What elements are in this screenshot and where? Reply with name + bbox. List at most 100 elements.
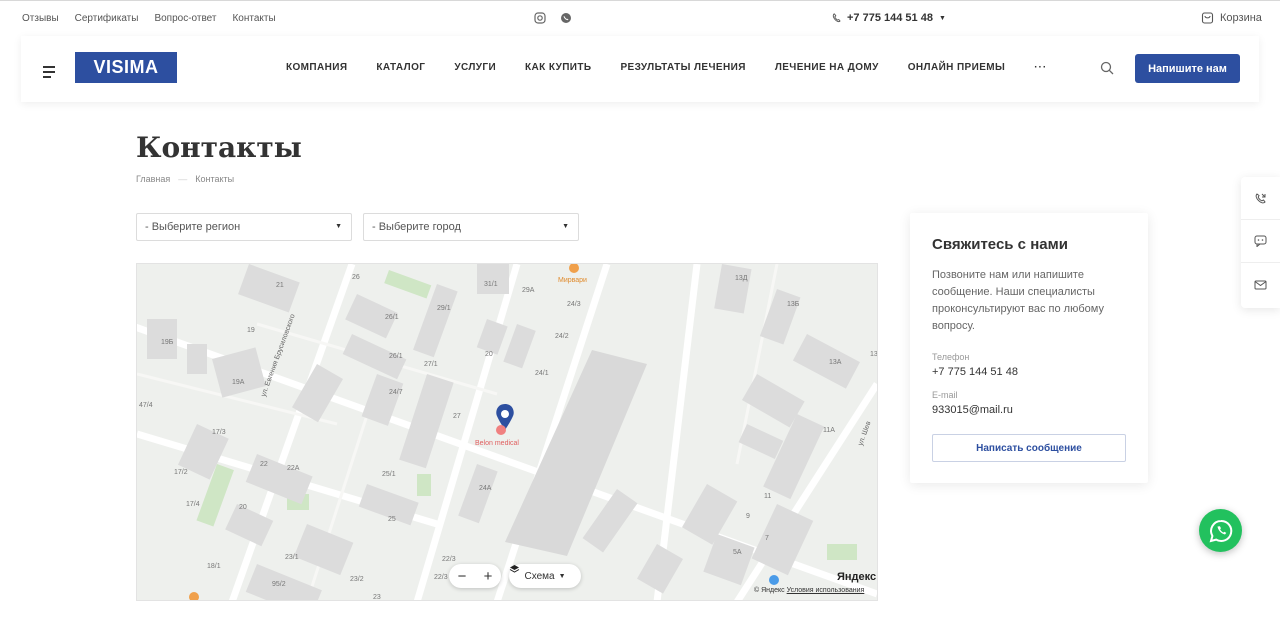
menu-burger-icon[interactable]: [43, 66, 55, 81]
map-building-number: 13A: [829, 359, 842, 366]
phone-icon: [832, 13, 841, 23]
map-layer-button[interactable]: Схема ▼: [509, 564, 581, 588]
nav-home-treatment[interactable]: ЛЕЧЕНИЕ НА ДОМУ: [775, 62, 879, 73]
link-reviews[interactable]: Отзывы: [22, 13, 59, 24]
nav-catalog[interactable]: КАТАЛОГ: [376, 62, 425, 73]
page-title: Контакты: [136, 131, 302, 164]
map-building-number: 5A: [733, 549, 742, 556]
map-building-number: 20: [239, 504, 247, 511]
city-select[interactable]: - Выберите город ▼: [363, 213, 579, 241]
cart-icon: [1201, 12, 1214, 24]
map-building-number: 13: [870, 351, 878, 358]
contact-card-title: Свяжитесь с нами: [932, 236, 1068, 253]
nav-results[interactable]: РЕЗУЛЬТАТЫ ЛЕЧЕНИЯ: [620, 62, 745, 73]
shop-poi-icon[interactable]: [769, 575, 779, 585]
write-us-button[interactable]: Напишите нам: [1135, 54, 1240, 83]
region-select-value: - Выберите регион: [145, 221, 241, 233]
map-building-number: 27: [453, 413, 461, 420]
map-layer-label: Схема: [524, 570, 555, 582]
contact-card: Свяжитесь с нами Позвоните нам или напиш…: [910, 213, 1148, 483]
chevron-down-icon: ▼: [938, 14, 946, 22]
breadcrumb-separator: —: [178, 174, 188, 184]
top-links: Отзывы Сертификаты Вопрос-ответ Контакты: [22, 13, 276, 24]
map-building-number: 22A: [287, 465, 300, 472]
chevron-down-icon: ▼: [562, 223, 569, 230]
map-building-number: 13Б: [787, 301, 800, 308]
chevron-down-icon: ▼: [335, 223, 342, 230]
map-building-number: 7: [765, 535, 769, 542]
map-building-number: 24/1: [535, 370, 549, 377]
terms-link[interactable]: Условия использования: [787, 587, 865, 594]
poi-icon[interactable]: [189, 592, 199, 601]
yandex-map[interactable]: 21 26 31/1 29A 24/3 13Д 13Б 19 19Б 26/1 …: [136, 263, 878, 601]
whatsapp-icon: [1209, 519, 1232, 542]
marker-label: Belon medical: [475, 440, 519, 447]
contact-card-description: Позвоните нам или напишите сообщение. На…: [932, 269, 1104, 332]
map-building-number: 22/3: [434, 574, 448, 581]
zoom-control: − +: [449, 564, 501, 588]
map-building-number: 17/3: [212, 429, 226, 436]
map-building-number: 19Б: [161, 339, 174, 346]
breadcrumb-current: Контакты: [195, 174, 235, 184]
chat-icon[interactable]: [1241, 220, 1280, 263]
map-building-number: 13Д: [735, 275, 748, 282]
logo[interactable]: VISIMA: [75, 52, 177, 83]
nav-more[interactable]: ···: [1034, 62, 1047, 73]
nav-company[interactable]: КОМПАНИЯ: [286, 62, 347, 73]
top-phone[interactable]: +7 775 144 51 48 ▼: [832, 12, 946, 24]
restaurant-poi-icon[interactable]: [569, 264, 579, 273]
top-bar: Отзывы Сертификаты Вопрос-ответ Контакты…: [0, 0, 1280, 36]
main-nav: КОМПАНИЯ КАТАЛОГ УСЛУГИ КАК КУПИТЬ РЕЗУЛ…: [286, 62, 1047, 73]
map-building-number: 24/3: [567, 301, 581, 308]
search-icon[interactable]: [1100, 61, 1114, 75]
write-message-button[interactable]: Написать сообщение: [932, 434, 1126, 462]
nav-how-to-buy[interactable]: КАК КУПИТЬ: [525, 62, 591, 73]
email-value[interactable]: 933015@mail.ru: [932, 404, 1013, 416]
phone-callback-icon[interactable]: [1241, 177, 1280, 220]
map-building-number: 19: [247, 327, 255, 334]
phone-value[interactable]: +7 775 144 51 48: [932, 366, 1018, 378]
email-label: E-mail: [932, 390, 958, 400]
map-building-number: 22/3: [442, 556, 456, 563]
map-building-number: 23/1: [285, 554, 299, 561]
zoom-out-button[interactable]: −: [458, 568, 467, 585]
map-building-number: 18/1: [207, 563, 221, 570]
nav-online-appointments[interactable]: ОНЛАЙН ПРИЕМЫ: [908, 62, 1005, 73]
location-marker-icon[interactable]: [496, 404, 514, 435]
phone-number: +7 775 144 51 48: [847, 12, 933, 24]
link-contacts[interactable]: Контакты: [232, 13, 275, 24]
map-building-number: 29A: [522, 287, 535, 294]
map-building-number: 25/1: [382, 471, 396, 478]
side-contact-widget: [1241, 177, 1280, 308]
link-certificates[interactable]: Сертификаты: [75, 13, 139, 24]
map-canvas: 21 26 31/1 29A 24/3 13Д 13Б 19 19Б 26/1 …: [137, 264, 878, 601]
map-building-number: 17/4: [186, 501, 200, 508]
whatsapp-float-button[interactable]: [1199, 509, 1242, 552]
social-links: [534, 11, 572, 24]
zoom-in-button[interactable]: +: [484, 568, 493, 585]
breadcrumb-home[interactable]: Главная: [136, 174, 170, 184]
map-building-number: 31/1: [484, 281, 498, 288]
map-building-number: 29/1: [437, 305, 451, 312]
layers-icon: [509, 565, 520, 573]
main-header: VISIMA КОМПАНИЯ КАТАЛОГ УСЛУГИ КАК КУПИТ…: [21, 36, 1259, 102]
nav-services[interactable]: УСЛУГИ: [454, 62, 496, 73]
region-select[interactable]: - Выберите регион ▼: [136, 213, 352, 241]
street-label: ул. Шев: [857, 420, 872, 446]
whatsapp-icon[interactable]: [560, 11, 572, 23]
map-building-number: 24/7: [389, 389, 403, 396]
map-building-number: 11A: [823, 427, 835, 434]
cart-link[interactable]: Корзина: [1201, 11, 1262, 24]
map-building-number: 24/2: [555, 333, 569, 340]
mail-icon[interactable]: [1241, 263, 1280, 306]
map-building-number: 23: [373, 594, 381, 601]
map-building-number: 9: [746, 513, 750, 520]
link-faq[interactable]: Вопрос-ответ: [154, 13, 216, 24]
map-building-number: 17/2: [174, 469, 188, 476]
instagram-icon[interactable]: [534, 11, 546, 24]
map-building-number: 22: [260, 461, 268, 468]
map-building-number: 95/2: [272, 581, 286, 588]
chevron-down-icon: ▼: [558, 572, 566, 580]
map-building-number: 47/4: [139, 402, 153, 409]
poi-label: Мирвари: [558, 277, 587, 284]
